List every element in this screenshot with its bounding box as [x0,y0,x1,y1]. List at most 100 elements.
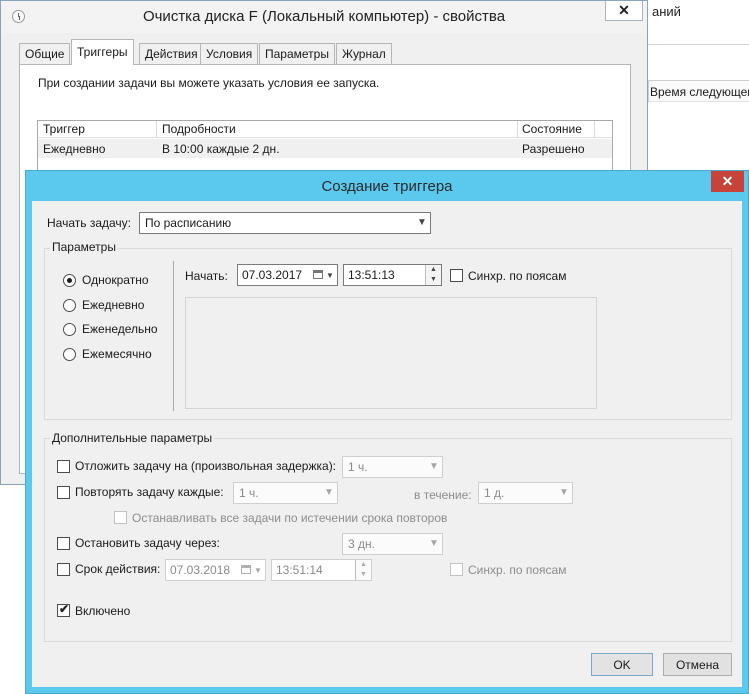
expire-date-value: 07.03.2018 [170,563,231,577]
chevron-down-icon: ▼ [429,538,439,549]
properties-title: Очистка диска F (Локальный компьютер) - … [142,8,506,25]
expire-checkbox[interactable] [57,563,70,576]
enabled-checkbox[interactable]: ✔ [57,602,70,617]
close-button[interactable]: ✕ [605,1,643,21]
spin-down-icon[interactable]: ▼ [426,275,441,285]
start-task-label: Начать задачу: [47,216,131,230]
time-spinner[interactable]: ▲ ▼ [425,265,441,285]
chevron-down-icon: ▼ [254,566,262,575]
repeat-label[interactable]: Повторять задачу каждые: [75,485,224,499]
ok-button[interactable]: OK [591,653,653,676]
cell-trigger: Ежедневно [43,142,106,156]
tab-triggers[interactable]: Триггеры [71,39,134,65]
table-header: Триггер Подробности Состояние [38,121,612,138]
start-time-value: 13:51:13 [348,268,395,282]
close-icon: ✕ [618,2,630,18]
delay-checkbox[interactable] [57,460,70,473]
background-column-header[interactable]: Время следующего [648,80,749,102]
chevron-down-icon: ▼ [429,461,439,472]
repeat-checkbox[interactable] [57,486,70,499]
parameters-group-label: Параметры [50,240,118,254]
stop-all-checkbox[interactable] [114,511,127,524]
tab-actions[interactable]: Действия [139,43,204,64]
delay-label[interactable]: Отложить задачу на (произвольная задержк… [75,459,336,473]
radio-daily[interactable] [63,299,76,312]
properties-titlebar[interactable]: Очистка диска F (Локальный компьютер) - … [1,1,647,33]
cell-state: Разрешено [522,142,585,156]
column-separator[interactable] [156,121,157,138]
start-task-select[interactable]: По расписанию ▼ [139,212,431,234]
chevron-down-icon: ▼ [326,271,334,280]
start-label: Начать: [185,269,228,283]
sync-timezones-checkbox[interactable] [450,269,463,282]
start-task-value: По расписанию [145,216,232,230]
start-date-picker[interactable]: 07.03.2017 ▼ [237,264,338,286]
expire-date-picker[interactable]: 07.03.2018 ▼ [165,559,266,581]
stop-after-value: 3 дн. [348,537,375,551]
repeat-interval-value: 1 ч. [239,486,259,500]
cancel-button[interactable]: Отмена [663,653,732,676]
enabled-label[interactable]: Включено [75,604,130,618]
parameters-divider [173,261,174,411]
radio-once[interactable] [63,274,76,287]
radio-weekly-label[interactable]: Еженедельно [82,322,158,336]
column-header-details[interactable]: Подробности [162,122,236,136]
delay-select[interactable]: 1 ч. ▼ [342,456,443,478]
repeat-duration-label: в течение: [414,488,472,502]
cell-details: В 10:00 каждые 2 дн. [162,142,280,156]
schedule-details-panel [185,297,597,409]
calendar-icon [313,270,323,279]
column-separator [648,80,649,102]
chevron-down-icon: ▼ [417,217,427,228]
time-spinner[interactable]: ▲ ▼ [355,560,371,580]
column-separator[interactable] [594,121,595,138]
radio-daily-label[interactable]: Ежедневно [82,298,144,312]
table-row[interactable]: Ежедневно В 10:00 каждые 2 дн. Разрешено [38,139,612,158]
dialog-body: Начать задачу: По расписанию ▼ Параметры… [32,201,742,687]
dialog-titlebar[interactable]: Создание триггера ✕ [26,171,748,201]
repeat-duration-value: 1 д. [484,486,505,500]
tab-conditions[interactable]: Условия [200,43,259,64]
tab-settings[interactable]: Параметры [259,43,335,64]
expire-sync-label[interactable]: Синхр. по поясам [468,563,566,577]
stop-after-select[interactable]: 3 дн. ▼ [342,533,443,555]
next-run-column-label: Время следующего [650,85,749,99]
tab-history[interactable]: Журнал [336,43,392,64]
background-header-text: аний [652,4,681,19]
expire-label[interactable]: Срок действия: [75,562,160,576]
radio-once-label[interactable]: Однократно [82,273,149,287]
expire-time-value: 13:51:14 [276,563,323,577]
radio-monthly[interactable] [63,348,76,361]
stop-after-checkbox[interactable] [57,537,70,550]
close-icon: ✕ [721,173,734,189]
expire-time-input[interactable]: 13:51:14 ▲ ▼ [271,559,372,581]
start-date-value: 07.03.2017 [242,268,303,282]
column-header-state[interactable]: Состояние [522,122,582,136]
expire-sync-checkbox[interactable] [450,563,463,576]
tab-general[interactable]: Общие [19,43,71,64]
repeat-duration-select[interactable]: 1 д. ▼ [478,482,573,504]
advanced-group-label: Дополнительные параметры [50,431,215,445]
stop-all-label[interactable]: Останавливать все задачи по истечении ср… [132,511,447,525]
spin-down-icon[interactable]: ▼ [356,570,371,580]
sync-timezones-label[interactable]: Синхр. по поясам [468,269,566,283]
dialog-title: Создание триггера [321,178,453,195]
triggers-info-text: При создании задачи вы можете указать ус… [38,76,380,90]
calendar-icon [241,565,251,574]
create-trigger-dialog: Создание триггера ✕ Начать задачу: По ра… [25,170,749,694]
chevron-down-icon: ▼ [559,487,569,498]
background-divider [648,44,749,45]
stop-after-label[interactable]: Остановить задачу через: [75,536,220,550]
spin-up-icon[interactable]: ▲ [426,265,441,275]
chevron-down-icon: ▼ [324,487,334,498]
column-header-trigger[interactable]: Триггер [43,122,85,136]
radio-monthly-label[interactable]: Ежемесячно [82,347,152,361]
radio-weekly[interactable] [63,323,76,336]
repeat-interval-select[interactable]: 1 ч. ▼ [233,482,338,504]
spin-up-icon[interactable]: ▲ [356,560,371,570]
delay-value: 1 ч. [348,460,368,474]
start-time-input[interactable]: 13:51:13 ▲ ▼ [343,264,442,286]
checkmark-icon: ✔ [59,602,70,616]
dialog-close-button[interactable]: ✕ [711,171,744,192]
column-separator[interactable] [517,121,518,138]
